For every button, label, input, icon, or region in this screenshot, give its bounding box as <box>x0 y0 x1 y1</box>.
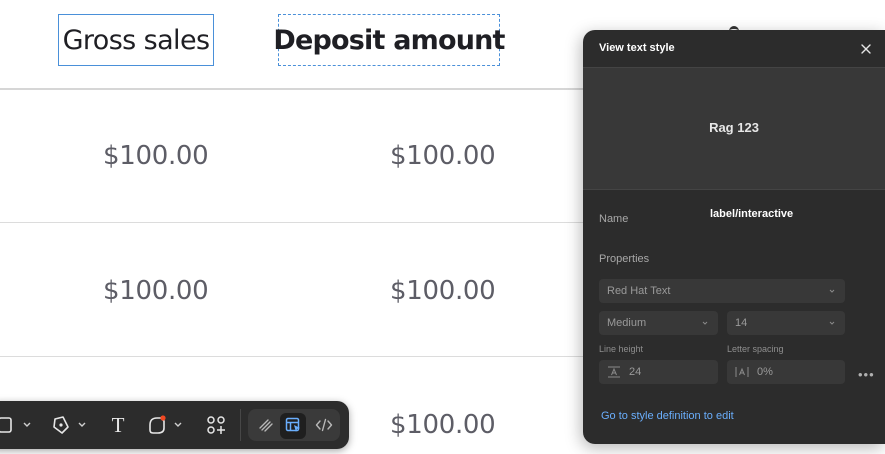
panel-divider <box>583 189 885 190</box>
bottom-toolbar: T <box>0 401 349 449</box>
letter-spacing-label: Letter spacing <box>727 344 784 354</box>
chevron-down-icon <box>829 289 835 293</box>
header-gross-sales[interactable]: Gross sales <box>58 14 214 66</box>
draw-mode-button[interactable] <box>254 411 278 439</box>
go-to-style-definition-link[interactable]: Go to style definition to edit <box>601 410 734 422</box>
line-height-field[interactable]: 24 <box>599 360 718 384</box>
row-2-gross-sales[interactable]: $100.00 <box>103 276 209 306</box>
row-3-deposit-amount[interactable]: $100.00 <box>390 410 496 440</box>
components-tool-button[interactable] <box>204 411 228 439</box>
text-icon: T <box>111 412 125 437</box>
frame-tool-button[interactable] <box>0 411 32 439</box>
text-style-panel: View text style Rag 123 Name label/inter… <box>583 30 885 444</box>
draw-icon <box>259 419 273 432</box>
row-1-gross-sales[interactable]: $100.00 <box>103 141 209 171</box>
panel-title: View text style <box>599 42 675 54</box>
font-weight-value: Medium <box>607 317 647 329</box>
font-family-value: Red Hat Text <box>607 285 671 297</box>
frame-icon <box>0 417 31 433</box>
letter-spacing-value: 0% <box>757 366 773 378</box>
line-height-label: Line height <box>599 344 644 354</box>
more-options-icon[interactable]: ••• <box>858 367 875 382</box>
components-icon <box>207 416 225 434</box>
accent-dot <box>160 415 166 421</box>
dev-mode-button[interactable] <box>312 411 336 439</box>
font-size-select[interactable]: 14 <box>727 311 845 335</box>
letter-spacing-field[interactable]: 0% <box>727 360 845 384</box>
line-height-value: 24 <box>629 366 642 378</box>
design-icon <box>285 417 300 432</box>
shape-tool-button[interactable] <box>146 411 186 439</box>
font-weight-select[interactable]: Medium <box>599 311 718 335</box>
line-height-icon <box>608 366 620 378</box>
row-1-deposit-amount[interactable]: $100.00 <box>390 141 496 171</box>
chevron-down-icon <box>702 321 708 325</box>
font-size-value: 14 <box>735 317 748 329</box>
design-mode-button[interactable] <box>281 411 305 439</box>
close-button[interactable] <box>859 42 873 56</box>
preview-sample-text: Rag 123 <box>709 120 759 135</box>
font-family-select[interactable]: Red Hat Text <box>599 279 845 303</box>
properties-heading: Properties <box>599 253 650 265</box>
chevron-down-icon <box>829 321 835 325</box>
close-icon <box>861 44 871 54</box>
header-deposit-amount[interactable]: Deposit amount <box>273 14 505 66</box>
text-tool-button[interactable]: T <box>106 411 130 439</box>
row-2-deposit-amount[interactable]: $100.00 <box>390 276 496 306</box>
toolbar-separator <box>240 409 241 441</box>
name-label: Name <box>599 213 629 225</box>
shape-icon <box>149 415 182 434</box>
style-name-value: label/interactive <box>710 208 794 220</box>
pen-tool-button[interactable] <box>50 411 90 439</box>
letter-spacing-icon <box>735 367 749 377</box>
text-style-preview: Rag 123 <box>583 68 885 189</box>
code-icon <box>315 418 333 432</box>
pen-icon <box>53 416 86 434</box>
